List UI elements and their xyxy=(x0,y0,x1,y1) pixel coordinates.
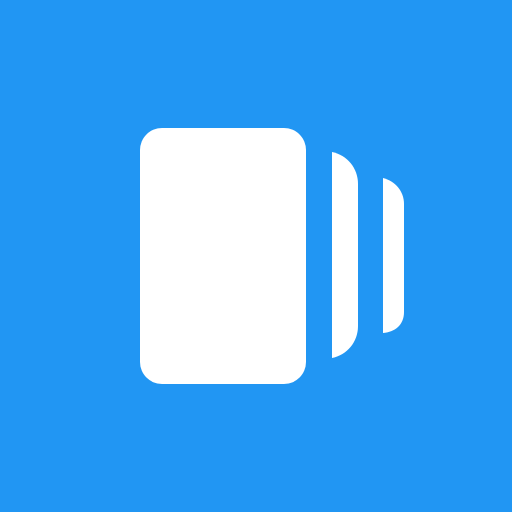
back-card-edge xyxy=(383,178,404,333)
app-icon-background xyxy=(0,0,512,512)
carousel-cards-icon xyxy=(140,128,404,384)
front-card xyxy=(140,128,306,384)
middle-card-edge xyxy=(332,152,358,358)
